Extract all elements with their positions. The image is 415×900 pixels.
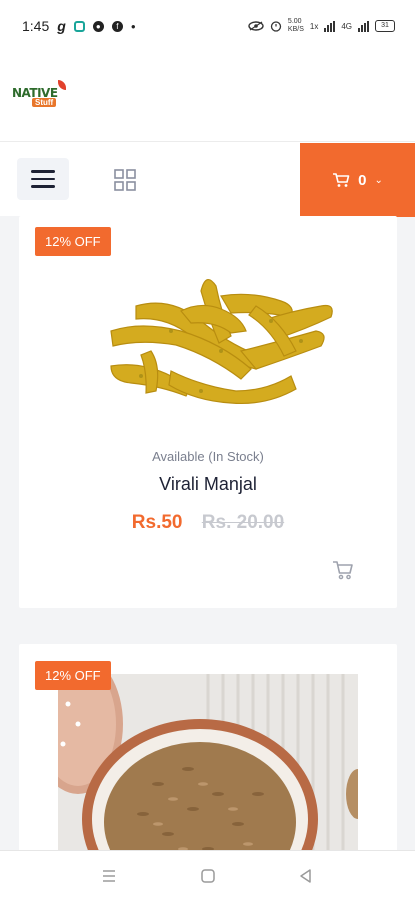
logo-sub-text: Stuff: [32, 98, 57, 107]
menu-line: [31, 170, 55, 173]
cart-button[interactable]: 0 ⌄: [300, 143, 415, 217]
grid-view-icon[interactable]: [112, 167, 138, 193]
app-square-icon: [73, 20, 85, 32]
menu-line: [31, 177, 55, 181]
menu-line: [31, 185, 55, 188]
more-dot-icon: ●: [130, 21, 136, 31]
cumin-product-image[interactable]: [58, 674, 358, 850]
network-speed: 5.00 KB/S: [288, 18, 304, 34]
cart-icon: [333, 173, 350, 187]
turmeric-product-image[interactable]: [81, 251, 341, 426]
old-price: Rs. 20.00: [201, 512, 285, 533]
app-g-icon: g: [57, 18, 66, 34]
site-header: NATIVE Stuff: [0, 52, 415, 142]
product-card[interactable]: 12% OFF: [19, 644, 397, 850]
status-right: 5.00 KB/S 1x 4G 31: [248, 18, 395, 34]
product-card[interactable]: 12% OFF Available (In Stock) Virali Manj…: [19, 216, 397, 608]
app-circle-icon: ●: [92, 20, 104, 32]
logo-leaf-icon: [58, 80, 66, 90]
home-icon[interactable]: [199, 867, 217, 885]
discount-badge: 12% OFF: [35, 227, 111, 256]
brand-logo[interactable]: NATIVE Stuff: [12, 80, 67, 110]
alarm-icon: [270, 21, 282, 32]
back-icon[interactable]: [297, 867, 315, 885]
signal-bars-2-icon: [358, 20, 369, 32]
network-speed-value: 5.00: [287, 18, 302, 25]
recent-apps-icon[interactable]: [100, 867, 118, 885]
signal-1x-label: 1x: [309, 21, 319, 31]
nav-bar: 0 ⌄: [0, 142, 415, 217]
status-left: 1:45 g ● f ●: [22, 18, 136, 34]
battery-icon: 31: [375, 20, 395, 32]
availability-status: Available (In Stock): [152, 449, 264, 464]
data-4g-label: 4G: [341, 21, 352, 31]
facebook-icon: f: [111, 20, 123, 32]
cart-count: 0: [358, 171, 367, 189]
price-row: Rs.50 Rs. 20.00: [19, 512, 397, 534]
system-nav-bar: [0, 850, 415, 900]
status-bar: 1:45 g ● f ● 5.00 KB/S 1x 4G 31: [0, 0, 415, 52]
chevron-down-icon: ⌄: [374, 174, 383, 186]
current-price: Rs.50: [131, 512, 183, 533]
hamburger-menu-button[interactable]: [17, 158, 69, 200]
add-to-cart-icon[interactable]: [331, 558, 355, 582]
product-list: 12% OFF Available (In Stock) Virali Manj…: [0, 216, 415, 850]
discount-badge: 12% OFF: [35, 661, 111, 690]
signal-bars-icon: [324, 20, 336, 32]
network-speed-unit: KB/S: [287, 26, 304, 33]
product-name[interactable]: Virali Manjal: [19, 474, 397, 495]
status-time: 1:45: [22, 18, 50, 34]
eye-icon: [248, 21, 264, 31]
